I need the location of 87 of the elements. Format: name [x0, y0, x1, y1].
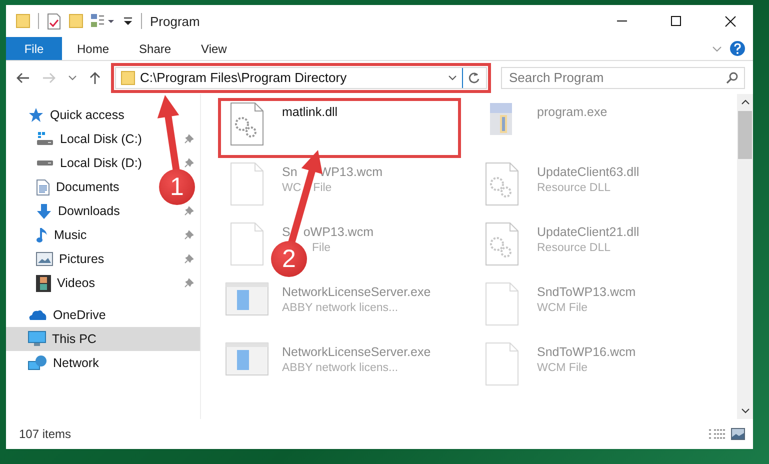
file-name: UpdateClient63.dll — [537, 165, 640, 179]
installer-icon — [490, 102, 514, 136]
file-type: ABBY network licens... — [282, 302, 398, 314]
sidebar-item[interactable]: Local Disk (C:) — [60, 132, 142, 146]
sidebar-item[interactable]: Pictures — [59, 252, 104, 266]
pin-icon[interactable] — [184, 254, 194, 264]
file-type: WCM File — [537, 362, 588, 374]
sidebar-item[interactable]: Downloads — [58, 204, 120, 218]
file-icon — [230, 222, 264, 266]
file-tile[interactable]: matlink.dll — [218, 98, 461, 158]
cloud-icon — [28, 309, 47, 321]
refresh-icon[interactable] — [468, 71, 480, 84]
pin-icon[interactable] — [184, 158, 194, 168]
file-name: oWP13.wcm — [303, 225, 374, 239]
search-field[interactable]: Search Program — [501, 66, 745, 88]
window-title: Program — [150, 14, 200, 28]
dropdown-icon[interactable] — [123, 16, 133, 26]
ribbon-tab[interactable]: View — [186, 37, 242, 60]
scrollbar[interactable] — [737, 94, 753, 419]
sidebar-item[interactable]: Local Disk (D:) — [60, 156, 142, 170]
help-icon[interactable] — [730, 41, 745, 56]
file-name: program.exe — [537, 105, 608, 119]
file-name: matlink.dll — [282, 105, 338, 119]
file-type: File — [313, 182, 332, 194]
file-name: SndToWP16.wcm — [537, 345, 636, 359]
item-count: 107 items — [19, 427, 72, 441]
search-icon — [726, 72, 738, 84]
settings-file-icon — [230, 102, 264, 146]
file-type: WCM File — [537, 302, 588, 314]
sidebar-item[interactable]: Documents — [56, 180, 120, 194]
file-name: WP13.wcm — [319, 165, 382, 179]
file-name: S — [282, 225, 290, 239]
drive-icon — [36, 160, 54, 166]
scrollbar-thumb[interactable] — [738, 111, 752, 159]
network-icon — [28, 355, 47, 371]
document-icon — [36, 178, 50, 196]
file-icon — [485, 282, 519, 326]
application-icon — [225, 282, 269, 316]
music-note-icon — [36, 226, 48, 244]
settings-file-icon — [485, 162, 519, 206]
maximize-icon — [671, 16, 681, 26]
file-name: UpdateClient21.dll — [537, 225, 640, 239]
sidebar-item[interactable]: Quick access — [50, 108, 124, 122]
sidebar-item[interactable]: This PC — [6, 327, 200, 351]
file-type: ABBY network licens... — [282, 362, 398, 374]
back-arrow-icon[interactable] — [16, 72, 30, 84]
pin-icon[interactable] — [184, 134, 194, 144]
sidebar-item[interactable]: OneDrive — [6, 303, 200, 327]
chevron-down-icon[interactable] — [448, 74, 457, 80]
details-view-icon[interactable] — [709, 429, 725, 439]
large-icons-view-icon[interactable] — [731, 428, 745, 440]
file-icon — [230, 162, 264, 206]
picture-icon — [36, 252, 53, 266]
application-icon — [225, 342, 269, 376]
file-name: NetworkLicenseServer.exe — [282, 285, 431, 299]
star-icon — [28, 107, 44, 123]
chevron-down-icon[interactable] — [740, 408, 750, 414]
file-tab[interactable]: File — [6, 37, 62, 60]
file-type: WC — [282, 182, 302, 194]
up-arrow-icon[interactable] — [89, 70, 101, 84]
view-list-icon[interactable] — [91, 14, 115, 28]
properties-check-icon[interactable] — [47, 12, 61, 30]
settings-file-icon — [485, 222, 519, 266]
film-icon — [36, 274, 51, 292]
file-type: File — [312, 242, 331, 254]
ribbon-tab[interactable]: Home — [62, 37, 124, 60]
address-path: C:\Program Files\Program Directory — [140, 70, 348, 85]
pin-icon[interactable] — [184, 206, 194, 216]
sidebar-item[interactable]: Videos — [57, 276, 95, 290]
pin-icon[interactable] — [184, 278, 194, 288]
file-type: Resource DLL — [537, 242, 611, 254]
pin-icon[interactable] — [184, 230, 194, 240]
file-name: NetworkLicenseServer.exe — [282, 345, 431, 359]
file-name: Sn — [282, 165, 298, 179]
download-arrow-icon — [36, 202, 52, 220]
chevron-up-icon[interactable] — [740, 99, 750, 105]
drive-icon — [36, 132, 54, 146]
sidebar-item[interactable]: Music — [54, 228, 87, 242]
monitor-icon — [28, 331, 46, 347]
minimize-icon — [616, 20, 628, 22]
file-icon — [485, 342, 519, 386]
file-name: SndToWP13.wcm — [537, 285, 636, 299]
sidebar-item[interactable]: Network — [6, 351, 200, 375]
file-type: Resource DLL — [537, 182, 611, 194]
close-icon — [724, 16, 736, 26]
ribbon-tab[interactable]: Share — [124, 37, 186, 60]
folder-icon — [121, 70, 135, 84]
